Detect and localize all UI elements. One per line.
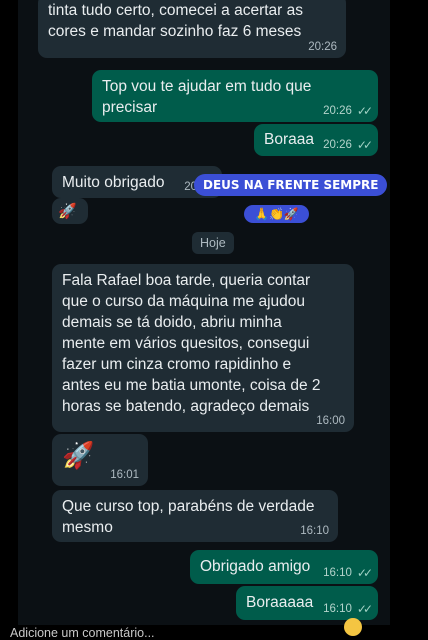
message-text: Fala Rafael boa tarde, queria contar que… bbox=[62, 272, 321, 415]
message-time: 20:26 bbox=[323, 105, 352, 117]
rocket-emoji: 🚀 bbox=[58, 203, 77, 220]
message-incoming[interactable]: tinta tudo certo, comecei a acertar as c… bbox=[38, 0, 346, 58]
message-time: 16:10 bbox=[323, 567, 352, 579]
message-text: tinta tudo certo, comecei a acertar as c… bbox=[48, 2, 304, 40]
message-outgoing[interactable]: Boraaa 20:26 ✓✓ bbox=[254, 124, 378, 156]
sticker-emojis-text: 🙏👏🚀 bbox=[254, 207, 299, 221]
message-outgoing[interactable]: Boraaaaa 16:10 ✓✓ bbox=[236, 586, 378, 620]
read-receipt-icon: ✓✓ bbox=[356, 602, 373, 616]
message-text: Que curso top, parabéns de verdade mesmo bbox=[62, 498, 315, 536]
read-receipt-icon: ✓✓ bbox=[356, 138, 373, 152]
message-time: 16:10 bbox=[323, 603, 352, 615]
comment-input[interactable]: Adicione um comentário... bbox=[10, 626, 155, 640]
message-meta: 20:26 bbox=[308, 40, 337, 54]
message-meta: 16:01 bbox=[110, 468, 139, 482]
rocket-emoji: 🚀 bbox=[62, 440, 95, 470]
message-meta: 20:26 ✓✓ bbox=[323, 138, 373, 152]
message-time: 16:00 bbox=[316, 415, 345, 427]
read-receipt-icon: ✓✓ bbox=[356, 566, 373, 580]
message-meta: 16:10 ✓✓ bbox=[323, 602, 373, 616]
message-meta: 20:26 ✓✓ bbox=[323, 104, 373, 118]
date-divider: Hoje bbox=[192, 232, 234, 254]
read-receipt-icon: ✓✓ bbox=[356, 104, 373, 118]
sticker-banner[interactable]: DEUS NA FRENTE SEMPRE bbox=[194, 174, 388, 196]
message-incoming[interactable]: Fala Rafael boa tarde, queria contar que… bbox=[52, 264, 354, 432]
message-meta: 16:10 ✓✓ bbox=[323, 566, 373, 580]
message-time: 20:26 bbox=[308, 41, 337, 53]
message-meta: 16:00 bbox=[316, 414, 345, 428]
message-outgoing[interactable]: Obrigado amigo 16:10 ✓✓ bbox=[190, 550, 378, 584]
message-outgoing[interactable]: Top vou te ajudar em tudo que precisar 2… bbox=[92, 70, 378, 122]
emoji-icon[interactable] bbox=[344, 618, 362, 636]
message-time: 20:26 bbox=[323, 139, 352, 151]
message-time: 16:01 bbox=[110, 469, 139, 481]
message-meta: 16:10 bbox=[300, 524, 329, 538]
message-incoming[interactable]: 🚀 16:01 bbox=[52, 434, 148, 486]
message-incoming[interactable]: 🚀 bbox=[52, 198, 88, 224]
chat-area[interactable]: tinta tudo certo, comecei a acertar as c… bbox=[18, 0, 390, 625]
sticker-banner-text: DEUS NA FRENTE SEMPRE bbox=[203, 178, 379, 192]
message-incoming[interactable]: Que curso top, parabéns de verdade mesmo… bbox=[52, 490, 338, 542]
message-time: 16:10 bbox=[300, 525, 329, 537]
sticker-emojis[interactable]: 🙏👏🚀 bbox=[244, 205, 309, 223]
